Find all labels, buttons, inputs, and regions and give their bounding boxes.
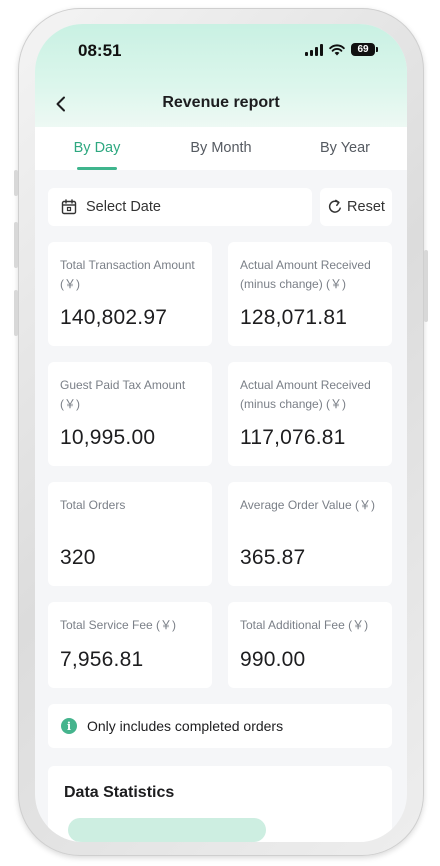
phone-silent-switch [14,170,18,196]
battery-icon: 69 [351,43,378,56]
notice-text: Only includes completed orders [87,718,284,734]
metric-label: Total Orders [60,498,126,512]
reset-button[interactable]: Reset [320,188,392,226]
completed-orders-notice: i Only includes completed orders [48,704,392,748]
statistics-segment-control[interactable] [68,818,266,842]
data-statistics-card: Data Statistics [48,766,392,842]
metric-label: Actual Amount Received (minus change) (￥… [240,378,371,411]
metric-card-total-orders: Total Orders 320 [48,482,212,586]
section-title: Data Statistics [64,784,175,801]
metric-value: 10,995.00 [60,426,156,449]
metric-value: 117,076.81 [240,426,346,449]
metric-card-actual-received: Actual Amount Received (minus change) (￥… [228,242,392,346]
metric-label: Total Service Fee (￥) [60,618,177,632]
metric-label: Average Order Value (￥) [240,498,375,512]
metric-label: Guest Paid Tax Amount (￥) [60,378,186,411]
metric-value: 320 [60,546,96,569]
status-icons: 69 [305,43,378,56]
nav-bar: Revenue report [35,84,407,124]
reset-label: Reset [347,199,385,215]
metric-card-service-fee: Total Service Fee (￥) 7,956.81 [48,602,212,688]
metric-label: Total Additional Fee (￥) [240,618,369,632]
date-select-label: Select Date [86,199,161,215]
info-icon: i [61,718,77,734]
phone-volume-down [14,290,18,336]
status-time: 08:51 [78,41,122,60]
metric-card-average-order: Average Order Value (￥) 365.87 [228,482,392,586]
tab-by-month[interactable]: By Month [159,127,283,170]
metric-label: Total Transaction Amount (￥) [60,258,195,291]
phone-volume-up [14,222,18,268]
refresh-icon [328,199,341,213]
wifi-icon [329,43,345,55]
page-title: Revenue report [162,94,280,111]
calendar-icon [61,199,77,215]
report-content: Select Date Reset Total Transaction Amou… [48,188,392,842]
metric-card-guest-tax: Guest Paid Tax Amount (￥) 10,995.00 [48,362,212,466]
metric-card-actual-received-2: Actual Amount Received (minus change) (￥… [228,362,392,466]
metric-card-additional-fee: Total Additional Fee (￥) 990.00 [228,602,392,688]
metric-value: 365.87 [240,546,306,569]
metric-value: 990.00 [240,648,306,671]
tab-by-year[interactable]: By Year [283,127,407,170]
status-bar: 08:51 69 [35,24,407,78]
period-tabs: By Day By Month By Year [35,127,407,170]
metric-card-total-transaction: Total Transaction Amount (￥) 140,802.97 [48,242,212,346]
metric-value: 7,956.81 [60,648,144,671]
phone-power-button [424,250,428,322]
metric-value: 140,802.97 [60,306,168,329]
metric-label: Actual Amount Received (minus change) (￥… [240,258,371,291]
filter-row: Select Date Reset [48,188,392,226]
date-select[interactable]: Select Date [48,188,312,226]
tab-by-day[interactable]: By Day [35,127,159,170]
app-screen: 08:51 69 Revenue report By Day By Month … [35,24,407,842]
metric-value: 128,071.81 [240,306,348,329]
signal-icon [305,43,323,56]
metrics-grid: Total Transaction Amount (￥) 140,802.97 … [48,242,392,688]
